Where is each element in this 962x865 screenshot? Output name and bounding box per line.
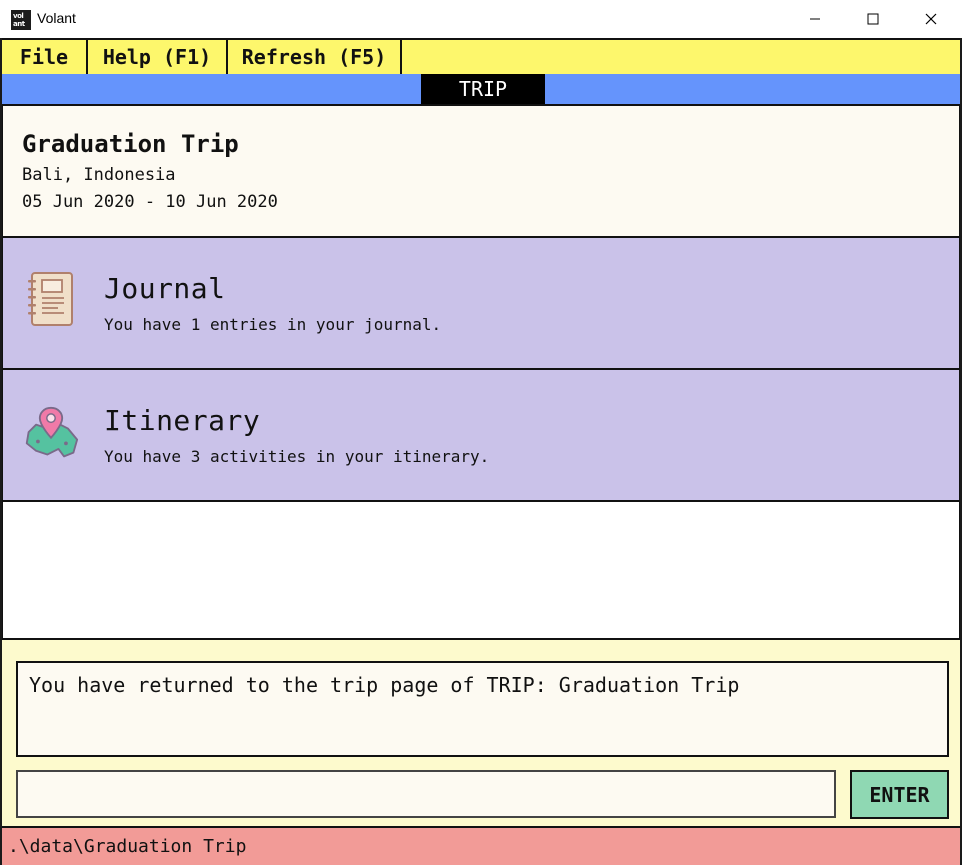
journal-title: Journal: [104, 272, 226, 305]
logo-text-bottom: ant: [13, 20, 25, 28]
minimize-icon: [810, 18, 820, 20]
result-text: You have returned to the trip page of TR…: [29, 673, 740, 697]
menu-file[interactable]: File: [2, 40, 88, 74]
map-pin-icon: [25, 406, 79, 458]
trip-location: Bali, Indonesia: [22, 165, 176, 185]
tab-trip[interactable]: TRIP: [421, 74, 545, 104]
notebook-icon: [28, 272, 73, 326]
journal-card[interactable]: Journal You have 1 entries in your journ…: [3, 238, 959, 370]
close-icon: [925, 13, 937, 25]
close-button[interactable]: [908, 0, 954, 38]
command-input[interactable]: [16, 770, 836, 818]
status-bar: .\data\Graduation Trip: [2, 826, 960, 865]
enter-button[interactable]: ENTER: [850, 770, 949, 819]
command-panel: You have returned to the trip page of TR…: [2, 638, 960, 826]
itinerary-title: Itinerary: [104, 404, 261, 437]
trip-header: Graduation Trip Bali, Indonesia 05 Jun 2…: [3, 106, 959, 238]
itinerary-description: You have 3 activities in your itinerary.: [104, 447, 490, 466]
maximize-button[interactable]: [850, 0, 896, 38]
result-display: You have returned to the trip page of TR…: [16, 661, 949, 757]
trip-dates: 05 Jun 2020 - 10 Jun 2020: [22, 192, 278, 212]
journal-description: You have 1 entries in your journal.: [104, 315, 442, 334]
maximize-icon: [867, 13, 879, 25]
data-path: .\data\Graduation Trip: [8, 836, 247, 857]
menu-help[interactable]: Help (F1): [88, 40, 228, 74]
minimize-button[interactable]: [792, 0, 838, 38]
app-logo-icon: vol ant: [11, 10, 31, 30]
menu-refresh[interactable]: Refresh (F5): [228, 40, 402, 74]
menu-bar: File Help (F1) Refresh (F5): [2, 38, 960, 76]
itinerary-card[interactable]: Itinerary You have 3 activities in your …: [3, 370, 959, 502]
trip-name: Graduation Trip: [22, 130, 239, 158]
window-titlebar: vol ant Volant: [0, 0, 962, 38]
logo-text-top: vol: [13, 12, 24, 20]
tab-bar: TRIP: [2, 74, 960, 106]
main-panel: Graduation Trip Bali, Indonesia 05 Jun 2…: [2, 106, 960, 638]
window-title: Volant: [37, 10, 76, 26]
